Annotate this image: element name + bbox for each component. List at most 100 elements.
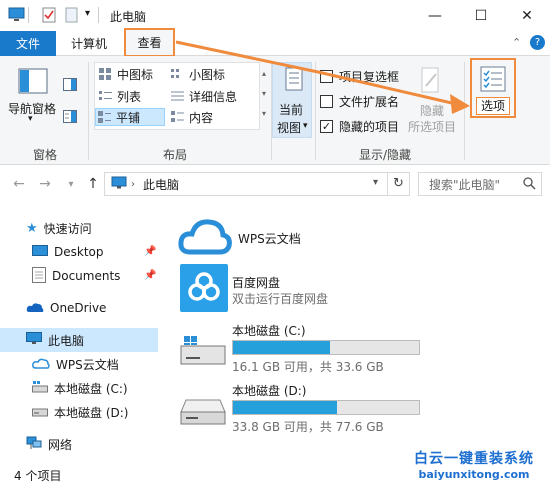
close-button[interactable]: ✕ (504, 0, 550, 31)
nav-label: Desktop (54, 245, 104, 259)
layout-tiles[interactable]: 平铺 (95, 108, 165, 126)
new-folder-icon[interactable] (65, 7, 78, 26)
properties-icon[interactable] (42, 7, 56, 26)
file-extensions-option[interactable]: 文件扩展名 (320, 93, 399, 110)
nav-pane-icon[interactable] (18, 68, 48, 97)
tile-name: 本地磁盘 (C:) (232, 324, 306, 338)
nav-item-this-pc[interactable]: 此电脑 (0, 328, 158, 352)
drive-icon (32, 405, 48, 420)
layout-label: 小图标 (189, 67, 226, 82)
gallery-scroll-icon[interactable]: ▴ ▾ ▾ (262, 64, 266, 124)
nav-item-disk-c[interactable]: 本地磁盘 (C:) (32, 376, 128, 400)
tile-name: 本地磁盘 (D:) (232, 384, 307, 398)
tile-baidu[interactable]: 百度网盘 双击运行百度网盘 (176, 262, 436, 316)
navigation-pane: ★ 快速访问 Desktop 📌 Documents 📌 OneDrive 此电… (0, 214, 160, 464)
current-view-button[interactable]: 当前 视图 ▾ (272, 62, 312, 138)
layout-label: 列表 (117, 89, 142, 104)
window-title: 此电脑 (110, 10, 147, 24)
preview-pane-icon[interactable] (63, 78, 77, 94)
status-item-count: 4 个项目 (14, 469, 62, 483)
separator (88, 62, 89, 160)
options-icon (480, 66, 506, 95)
divider (28, 7, 29, 23)
customize-toolbar-icon[interactable]: ▾ (85, 8, 90, 19)
nav-label: OneDrive (50, 301, 107, 315)
collapse-ribbon-icon[interactable]: ⌃ (512, 36, 521, 49)
nav-label: 本地磁盘 (D:) (54, 405, 129, 420)
recent-locations-button[interactable]: ▾ (60, 173, 82, 195)
group-label-show-hide: 显示/隐藏 (358, 148, 412, 162)
content-area: WPS云文档 百度网盘 双击运行百度网盘 本地磁盘 (C:) 16.1 GB 可… (170, 210, 550, 466)
options-button[interactable]: 选项 (470, 58, 516, 118)
tile-description: 双击运行百度网盘 (232, 292, 329, 306)
item-checkboxes-checkbox[interactable] (320, 70, 333, 83)
divider (387, 173, 388, 195)
address-row: ← → ▾ ↑ › 此电脑 ▾ ↻ 搜索"此电脑" (0, 170, 550, 198)
disk-c-usage-bar (232, 340, 420, 355)
nav-label: WPS云文档 (56, 357, 119, 372)
breadcrumb-this-pc[interactable]: 此电脑 (143, 176, 179, 193)
nav-label: 本地磁盘 (C:) (54, 381, 128, 396)
watermark: 白云一键重装系统 baiyunxitong.com (404, 448, 544, 484)
minimize-button[interactable]: — (412, 0, 458, 31)
help-icon[interactable]: ? (530, 35, 545, 50)
group-label-panes: 窗格 (32, 148, 57, 162)
details-pane-icon[interactable] (63, 110, 77, 126)
layout-label: 中图标 (117, 67, 154, 82)
breadcrumb-separator-icon: › (131, 178, 135, 190)
nav-item-network[interactable]: 网络 (26, 432, 72, 456)
search-box[interactable]: 搜索"此电脑" (418, 172, 542, 196)
group-label-layout: 布局 (162, 148, 187, 162)
details-icon (171, 90, 185, 102)
tile-disk-c[interactable]: 本地磁盘 (C:) 16.1 GB 可用，共 33.6 GB (176, 320, 436, 374)
layout-list[interactable]: 列表 (97, 87, 141, 105)
usage-fill (233, 341, 330, 354)
system-drive-icon (180, 336, 226, 369)
chevron-down-icon: ▾ (28, 114, 33, 124)
up-button[interactable]: ↑ (82, 173, 104, 195)
tile-name: 百度网盘 (232, 276, 281, 290)
desktop-icon (32, 244, 48, 260)
hide-selected-label-2: 所选项目 (408, 120, 457, 134)
chevron-down-icon: ▾ (303, 121, 308, 131)
tab-file[interactable]: 文件 (0, 31, 56, 56)
computer-icon[interactable] (8, 7, 25, 25)
content-icon (171, 111, 185, 123)
layout-medium-icons[interactable]: 中图标 (97, 65, 153, 83)
onedrive-icon (26, 301, 44, 316)
hidden-items-checkbox[interactable]: ✓ (320, 120, 333, 133)
tab-view[interactable]: 查看 (124, 28, 175, 57)
forward-button[interactable]: → (34, 173, 56, 195)
nav-item-quick-access[interactable]: ★ 快速访问 (26, 216, 92, 240)
cloud-icon (32, 357, 50, 372)
nav-label: 网络 (48, 437, 73, 452)
layout-content[interactable]: 内容 (169, 108, 213, 126)
tile-disk-d[interactable]: 本地磁盘 (D:) 33.8 GB 可用，共 77.6 GB (176, 380, 436, 434)
nav-item-disk-d[interactable]: 本地磁盘 (D:) (32, 400, 128, 424)
file-extensions-label: 文件扩展名 (339, 95, 400, 109)
tiles-icon (98, 111, 112, 123)
baidu-netdisk-icon (180, 264, 228, 312)
layout-gallery: 中图标 小图标 列表 详细信息 平铺 内容 (94, 62, 260, 130)
hidden-items-option[interactable]: ✓ 隐藏的项目 (320, 118, 399, 135)
options-label: 选项 (476, 97, 510, 115)
layout-small-icons[interactable]: 小图标 (169, 65, 225, 83)
back-button[interactable]: ← (8, 173, 30, 195)
tile-wps[interactable]: WPS云文档 (176, 214, 436, 262)
disk-free-text: 33.8 GB 可用，共 77.6 GB (232, 420, 384, 434)
hide-selected-icon (420, 66, 442, 99)
tab-computer[interactable]: 计算机 (60, 31, 118, 56)
medium-icons-icon (99, 68, 113, 80)
refresh-icon[interactable]: ↻ (393, 176, 404, 191)
nav-item-onedrive[interactable]: OneDrive (26, 296, 106, 320)
address-dropdown-icon[interactable]: ▾ (373, 177, 378, 188)
file-extensions-checkbox[interactable] (320, 95, 333, 108)
nav-item-documents[interactable]: Documents (32, 264, 120, 288)
search-placeholder[interactable]: 搜索"此电脑" (429, 176, 500, 193)
nav-item-wps[interactable]: WPS云文档 (32, 352, 119, 376)
item-checkboxes-option[interactable]: 项目复选框 (320, 68, 399, 85)
nav-item-desktop[interactable]: Desktop (32, 240, 104, 264)
layout-details[interactable]: 详细信息 (169, 87, 237, 105)
maximize-button[interactable]: ☐ (458, 0, 504, 31)
address-bar[interactable]: › 此电脑 ▾ ↻ (104, 172, 410, 196)
